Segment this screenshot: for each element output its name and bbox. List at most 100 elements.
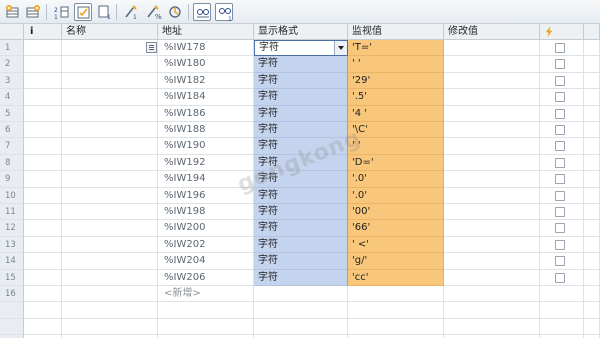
modify-checkbox[interactable] bbox=[555, 223, 565, 234]
modify-value-cell[interactable] bbox=[444, 286, 540, 303]
name-cell[interactable] bbox=[62, 138, 158, 155]
display-format-cell[interactable]: 字符 bbox=[254, 236, 348, 254]
address-cell[interactable]: %IW202 bbox=[158, 236, 254, 254]
modify-checkbox-cell[interactable] bbox=[540, 187, 584, 204]
table-row[interactable]: 11 %IW198 字符 '00' bbox=[0, 204, 600, 221]
modify-checkbox[interactable] bbox=[555, 174, 565, 185]
name-cell[interactable] bbox=[62, 286, 158, 303]
modify-value-cell[interactable] bbox=[444, 269, 540, 286]
address-cell[interactable]: %IW182 bbox=[158, 72, 254, 90]
display-format-cell[interactable]: 字符 bbox=[254, 122, 348, 139]
display-format-cell[interactable]: 字符 bbox=[254, 89, 348, 106]
address-cell[interactable]: %IW180 bbox=[158, 56, 254, 73]
table-row[interactable]: 12 %IW200 字符 '66' bbox=[0, 220, 600, 237]
name-cell[interactable] bbox=[62, 56, 158, 73]
address-cell[interactable]: %IW206 bbox=[158, 269, 254, 286]
table-row[interactable]: 1 %IW178 字符 'T=' bbox=[0, 40, 600, 57]
header-display-format[interactable]: 显示格式 bbox=[254, 24, 348, 40]
table-row[interactable]: 7 %IW190 字符 ' ' bbox=[0, 138, 600, 155]
modify-value-cell[interactable] bbox=[444, 72, 540, 90]
table-row[interactable]: 14 %IW204 字符'g/' bbox=[0, 253, 600, 270]
header-info[interactable]: i bbox=[24, 24, 62, 40]
modify-value-cell[interactable] bbox=[444, 105, 540, 122]
modify-checkbox[interactable] bbox=[555, 141, 565, 152]
address-cell[interactable]: %IW194 bbox=[158, 171, 254, 188]
sort-icon[interactable]: 21 bbox=[52, 3, 70, 21]
modify-value-cell[interactable] bbox=[444, 187, 540, 204]
modify-value-cell[interactable] bbox=[444, 253, 540, 270]
table-row[interactable]: 16 <新增> bbox=[0, 286, 600, 303]
table-row[interactable]: 4 %IW184 字符 '.5' bbox=[0, 89, 600, 106]
address-cell[interactable]: %IW184 bbox=[158, 89, 254, 106]
modify-checkbox-cell[interactable] bbox=[540, 286, 584, 303]
modify-checkbox-cell[interactable] bbox=[540, 220, 584, 237]
modify-checkbox[interactable] bbox=[555, 59, 565, 70]
modify-value-cell[interactable] bbox=[444, 89, 540, 106]
modify-checkbox-cell[interactable] bbox=[540, 269, 584, 286]
modify-value-cell[interactable] bbox=[444, 56, 540, 73]
modify-value-cell[interactable] bbox=[444, 138, 540, 155]
display-format-cell[interactable] bbox=[254, 286, 348, 303]
modify-checkbox[interactable] bbox=[555, 190, 565, 201]
show-modify-columns-icon[interactable]: 1 bbox=[215, 3, 233, 22]
header-address[interactable]: 地址 bbox=[158, 24, 254, 40]
display-format-cell[interactable]: 字符 bbox=[254, 204, 348, 221]
chevron-down-icon[interactable] bbox=[334, 41, 347, 55]
modify-checkbox[interactable] bbox=[555, 157, 565, 168]
table-row[interactable]: 10 %IW196 字符 '.0' bbox=[0, 187, 600, 204]
modify-value-cell[interactable] bbox=[444, 154, 540, 172]
modify-checkbox[interactable] bbox=[555, 125, 565, 135]
address-cell[interactable]: %IW190 bbox=[158, 138, 254, 155]
address-cell[interactable]: %IW198 bbox=[158, 204, 254, 221]
name-cell[interactable] bbox=[62, 105, 158, 122]
modify-value-cell[interactable] bbox=[444, 236, 540, 254]
address-cell[interactable]: %IW188 bbox=[158, 122, 254, 139]
display-format-cell[interactable]: 字符 bbox=[254, 105, 348, 122]
modify-checkbox-cell[interactable] bbox=[540, 171, 584, 188]
modify-checkbox[interactable] bbox=[555, 239, 565, 250]
modify-checkbox-cell[interactable] bbox=[540, 56, 584, 73]
display-format-cell[interactable]: 字符 bbox=[254, 138, 348, 155]
modify-checkbox-cell[interactable] bbox=[540, 154, 584, 172]
modify-checkbox-cell[interactable] bbox=[540, 204, 584, 221]
display-format-cell[interactable]: 字符 bbox=[254, 171, 348, 188]
display-format-cell[interactable]: 字符 bbox=[254, 72, 348, 90]
address-cell[interactable]: %IW204 bbox=[158, 253, 254, 270]
name-cell[interactable] bbox=[62, 154, 158, 172]
display-format-cell[interactable]: 字符 bbox=[254, 56, 348, 73]
insert-row-icon[interactable] bbox=[4, 3, 22, 21]
name-cell[interactable] bbox=[62, 269, 158, 286]
display-format-cell[interactable]: 字符 bbox=[254, 253, 348, 270]
display-format-dropdown[interactable]: 字符 bbox=[254, 40, 348, 56]
name-cell[interactable] bbox=[62, 89, 158, 106]
address-cell[interactable]: %IW186 bbox=[158, 105, 254, 122]
modify-value-cell[interactable] bbox=[444, 220, 540, 237]
modify-checkbox-cell[interactable] bbox=[540, 40, 584, 57]
address-cell[interactable]: %IW196 bbox=[158, 187, 254, 204]
table-row[interactable]: 9 %IW194 字符 '.0' bbox=[0, 171, 600, 188]
modify-checkbox[interactable] bbox=[555, 272, 565, 283]
modify-trigger-icon[interactable] bbox=[166, 3, 184, 21]
name-cell[interactable] bbox=[62, 187, 158, 204]
modify-checkbox[interactable] bbox=[555, 207, 565, 217]
table-row[interactable]: 13 %IW202 字符 ' <' bbox=[0, 236, 600, 254]
header-name[interactable]: 名称 bbox=[62, 24, 158, 40]
show-hide-icon[interactable] bbox=[193, 3, 211, 21]
modify-value-cell[interactable] bbox=[444, 171, 540, 188]
modify-checkbox-cell[interactable] bbox=[540, 72, 584, 90]
name-cell[interactable] bbox=[62, 72, 158, 90]
address-cell[interactable]: %IW178 bbox=[158, 40, 254, 57]
name-cell[interactable] bbox=[62, 220, 158, 237]
name-cell[interactable] bbox=[62, 253, 158, 270]
modify-checkbox-cell[interactable] bbox=[540, 236, 584, 254]
header-modify-flag[interactable] bbox=[540, 24, 584, 40]
modify-checkbox[interactable] bbox=[555, 75, 565, 86]
name-cell[interactable] bbox=[62, 171, 158, 188]
modify-checkbox-cell[interactable] bbox=[540, 138, 584, 155]
add-new-cell[interactable]: <新增> bbox=[158, 286, 254, 303]
monitor-toggle-icon[interactable] bbox=[74, 3, 92, 21]
add-row-icon[interactable] bbox=[24, 3, 42, 21]
display-format-cell[interactable]: 字符 bbox=[254, 220, 348, 237]
header-modify-value[interactable]: 修改值 bbox=[444, 24, 540, 40]
modify-value-cell[interactable] bbox=[444, 204, 540, 221]
